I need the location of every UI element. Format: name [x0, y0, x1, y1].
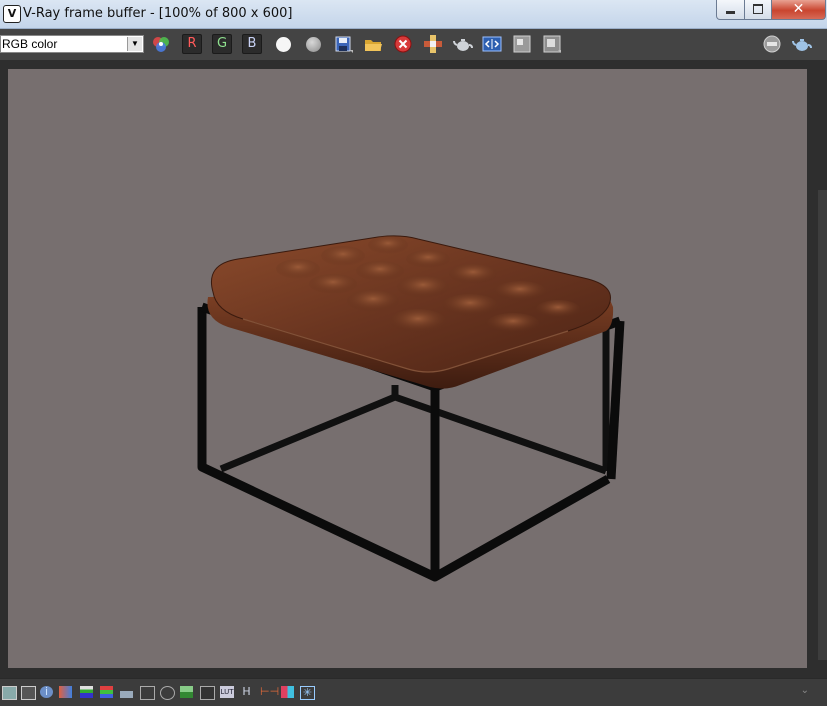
maximize-button[interactable]: [744, 0, 772, 20]
histogram-icon[interactable]: [120, 686, 133, 698]
minimize-button[interactable]: [716, 0, 745, 20]
rendered-image[interactable]: [8, 69, 807, 668]
vfb-toolbar: RGB color ▼ R G B: [0, 29, 827, 60]
vray-logo-icon[interactable]: V: [3, 5, 21, 23]
frame-icon[interactable]: [2, 686, 17, 700]
track-mouse-icon[interactable]: [423, 34, 443, 54]
chevron-down-icon[interactable]: ⌄: [801, 685, 809, 696]
curves-icon[interactable]: [140, 686, 155, 700]
chevron-down-icon[interactable]: ▼: [127, 37, 142, 51]
green-channel-button[interactable]: G: [212, 34, 232, 54]
compare-icon[interactable]: [482, 34, 502, 54]
lut-icon[interactable]: [59, 686, 72, 698]
target-icon[interactable]: [160, 686, 175, 700]
options-icon[interactable]: ✳: [300, 686, 315, 700]
close-button[interactable]: ✕: [771, 0, 826, 20]
ocio-icon[interactable]: [80, 686, 93, 698]
stamp-icon[interactable]: [762, 34, 782, 54]
lut-file-icon[interactable]: LUT: [220, 686, 234, 698]
save-image-icon[interactable]: [334, 34, 354, 54]
title-bar: V V-Ray frame buffer - [100% of 800 x 60…: [0, 0, 827, 29]
blue-channel-button[interactable]: B: [242, 34, 262, 54]
color-channels-icon[interactable]: [151, 34, 171, 54]
split-icon[interactable]: [281, 686, 294, 698]
render-teapot-icon[interactable]: [453, 34, 473, 54]
display-white-icon[interactable]: [276, 37, 291, 52]
vfb-statusbar: i LUT H ⊢⊣ ✳ ⌄: [0, 678, 827, 706]
vertical-scrollbar[interactable]: [818, 190, 827, 660]
window-title: V-Ray frame buffer - [100% of 800 x 600]: [23, 6, 293, 21]
levels-icon[interactable]: [100, 686, 113, 698]
info-icon[interactable]: i: [40, 686, 53, 698]
background-icon[interactable]: [180, 686, 193, 698]
channel-select[interactable]: RGB color ▼: [0, 35, 144, 53]
ottoman-render: [197, 235, 625, 582]
channel-select-value: RGB color: [2, 37, 58, 51]
clear-image-icon[interactable]: [393, 34, 413, 54]
region-render-icon[interactable]: [542, 34, 562, 54]
stereo-icon[interactable]: ⊢⊣: [260, 686, 279, 698]
history-icon[interactable]: [21, 686, 36, 700]
display-mono-icon[interactable]: [306, 37, 321, 52]
hsv-icon[interactable]: H: [240, 686, 253, 698]
open-folder-icon[interactable]: [363, 34, 383, 54]
red-channel-button[interactable]: R: [182, 34, 202, 54]
render-viewport[interactable]: [0, 60, 827, 678]
close-icon: ✕: [792, 1, 805, 17]
interactive-teapot-icon[interactable]: [792, 34, 812, 54]
region-icon[interactable]: [512, 34, 532, 54]
exposure-icon[interactable]: [200, 686, 215, 700]
